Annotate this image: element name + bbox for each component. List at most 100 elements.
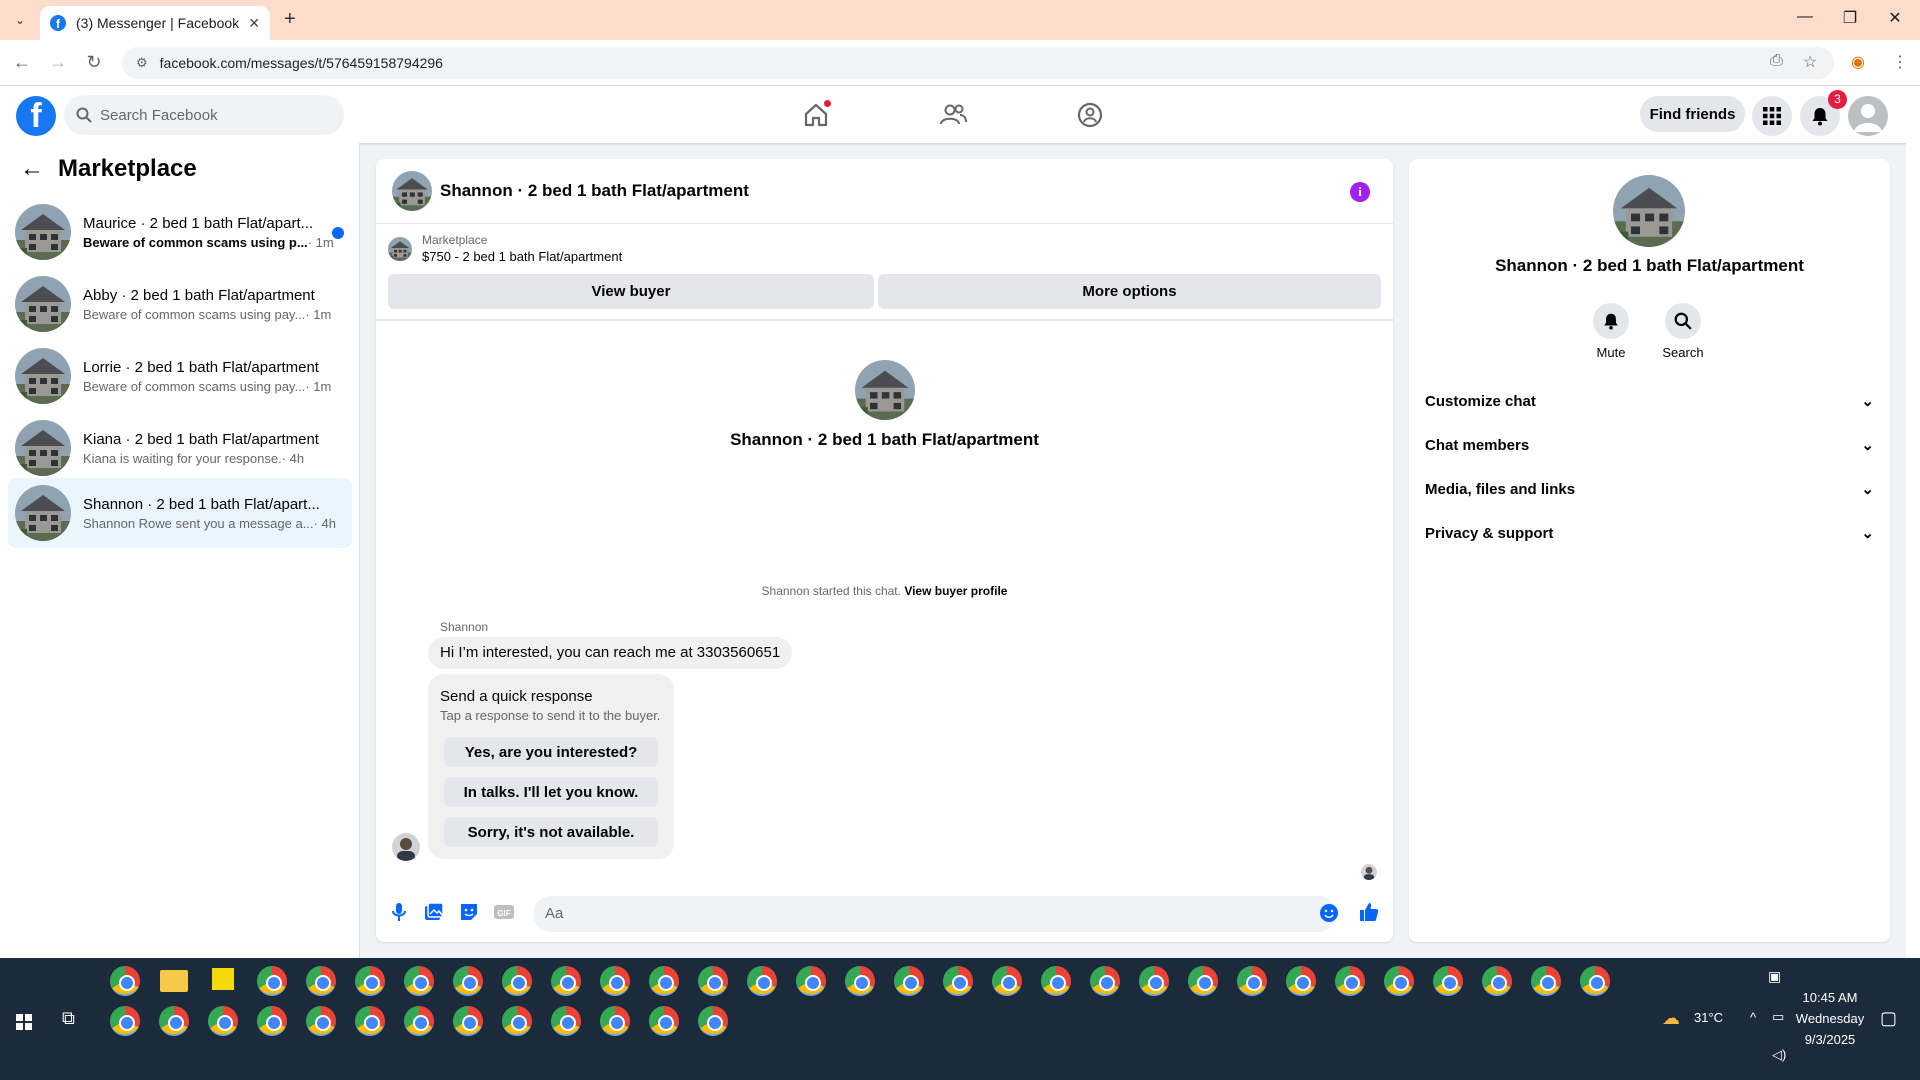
bookmark-star-icon[interactable]: ☆ bbox=[1803, 52, 1817, 72]
new-tab-icon[interactable]: + bbox=[284, 8, 296, 31]
chrome-window-icon[interactable] bbox=[551, 1006, 581, 1036]
tray-chevron-up-icon[interactable]: ^ bbox=[1750, 1010, 1756, 1025]
back-icon[interactable]: ← bbox=[11, 52, 33, 73]
mute-button[interactable]: Mute bbox=[1581, 303, 1641, 360]
chrome-window-icon[interactable] bbox=[551, 966, 581, 996]
chrome-window-icon[interactable] bbox=[110, 1006, 140, 1036]
chrome-window-icon[interactable] bbox=[159, 1006, 189, 1036]
chat-thumbnail[interactable] bbox=[392, 171, 432, 211]
menu-grid-icon[interactable] bbox=[1752, 96, 1792, 136]
window-close-icon[interactable]: ✕ bbox=[1875, 8, 1915, 28]
browser-tab[interactable]: f (3) Messenger | Facebook ✕ bbox=[40, 6, 270, 40]
profile-icon[interactable]: ◉ bbox=[1851, 52, 1865, 72]
quick-reply-yes-button[interactable]: Yes, are you interested? bbox=[444, 737, 658, 767]
page-scrollbar[interactable] bbox=[1906, 86, 1920, 958]
chrome-window-icon[interactable] bbox=[453, 1006, 483, 1036]
chrome-window-icon[interactable] bbox=[1139, 966, 1169, 996]
chrome-window-icon[interactable] bbox=[600, 1006, 630, 1036]
facebook-search-input[interactable]: Search Facebook bbox=[64, 95, 344, 135]
tab-close-icon[interactable]: ✕ bbox=[248, 15, 260, 32]
customize-chat-section[interactable]: Customize chat ⌄ bbox=[1425, 383, 1874, 419]
media-files-links-section[interactable]: Media, files and links ⌄ bbox=[1425, 471, 1874, 507]
weather-icon[interactable]: ☁ bbox=[1662, 1008, 1680, 1029]
emoji-icon[interactable] bbox=[1319, 903, 1339, 923]
sticky-notes-icon[interactable] bbox=[212, 968, 234, 990]
chrome-window-icon[interactable] bbox=[1335, 966, 1365, 996]
chrome-window-icon[interactable] bbox=[845, 966, 875, 996]
chrome-window-icon[interactable] bbox=[453, 966, 483, 996]
chrome-window-icon[interactable] bbox=[1433, 966, 1463, 996]
search-in-chat-button[interactable]: Search bbox=[1653, 303, 1713, 360]
message-input[interactable]: Aa bbox=[533, 896, 1336, 932]
windows-start-icon[interactable] bbox=[16, 1014, 32, 1030]
chrome-window-icon[interactable] bbox=[698, 1006, 728, 1036]
quick-reply-in-talks-button[interactable]: In talks. I'll let you know. bbox=[444, 777, 658, 807]
minimize-icon[interactable]: — bbox=[1785, 8, 1825, 26]
chrome-window-icon[interactable] bbox=[257, 966, 287, 996]
chrome-window-icon[interactable] bbox=[600, 966, 630, 996]
more-options-button[interactable]: More options bbox=[878, 274, 1381, 309]
clock-day[interactable]: Wednesday bbox=[1794, 1011, 1866, 1026]
address-bar[interactable]: ⚙ facebook.com/messages/t/57645915879429… bbox=[122, 47, 1834, 79]
restore-icon[interactable]: ❐ bbox=[1830, 8, 1870, 28]
chat-title[interactable]: Shannon · 2 bed 1 bath Flat/apartment bbox=[440, 181, 749, 201]
message-bubble[interactable]: Hi I’m interested, you can reach me at 3… bbox=[428, 637, 793, 669]
conversation-item-kiana[interactable]: Kiana · 2 bed 1 bath Flat/apartment Kian… bbox=[8, 413, 352, 483]
thumbs-up-icon[interactable] bbox=[1358, 901, 1380, 923]
file-explorer-icon[interactable] bbox=[160, 970, 188, 992]
photo-icon[interactable] bbox=[423, 901, 445, 923]
chrome-window-icon[interactable] bbox=[355, 1006, 385, 1036]
chrome-window-icon[interactable] bbox=[502, 966, 532, 996]
chrome-window-icon[interactable] bbox=[649, 1006, 679, 1036]
groups-icon[interactable] bbox=[1075, 100, 1105, 130]
chrome-window-icon[interactable] bbox=[355, 966, 385, 996]
chrome-window-icon[interactable] bbox=[1237, 966, 1267, 996]
conversation-item-shannon[interactable]: Shannon · 2 bed 1 bath Flat/apart... Sha… bbox=[8, 478, 352, 548]
reload-icon[interactable]: ↻ bbox=[83, 52, 105, 73]
chrome-window-icon[interactable] bbox=[1580, 966, 1610, 996]
chrome-window-icon[interactable] bbox=[110, 966, 140, 996]
chrome-window-icon[interactable] bbox=[943, 966, 973, 996]
conversation-item-lorrie[interactable]: Lorrie · 2 bed 1 bath Flat/apartment Bew… bbox=[8, 341, 352, 411]
tab-search-icon[interactable]: ⌄ bbox=[10, 10, 30, 30]
browser-menu-icon[interactable]: ⋮ bbox=[1892, 52, 1908, 72]
chrome-window-icon[interactable] bbox=[404, 966, 434, 996]
chrome-window-icon[interactable] bbox=[1041, 966, 1071, 996]
volume-icon[interactable]: ◁) bbox=[1772, 1047, 1786, 1063]
quick-reply-not-available-button[interactable]: Sorry, it's not available. bbox=[444, 817, 658, 847]
view-buyer-profile-link[interactable]: View buyer profile bbox=[904, 584, 1007, 598]
chrome-window-icon[interactable] bbox=[649, 966, 679, 996]
microphone-icon[interactable] bbox=[388, 901, 410, 923]
sticker-icon[interactable] bbox=[458, 901, 480, 923]
forward-icon[interactable]: → bbox=[47, 52, 69, 73]
install-app-icon[interactable]: ⎙ bbox=[1770, 52, 1783, 70]
privacy-support-section[interactable]: Privacy & support ⌄ bbox=[1425, 515, 1874, 551]
chrome-window-icon[interactable] bbox=[1531, 966, 1561, 996]
sender-avatar[interactable] bbox=[392, 833, 420, 861]
task-view-icon[interactable]: ⧉ bbox=[62, 1008, 75, 1029]
chrome-window-icon[interactable] bbox=[306, 966, 336, 996]
account-avatar[interactable] bbox=[1848, 96, 1888, 136]
info-icon[interactable]: i bbox=[1350, 182, 1370, 202]
facebook-logo[interactable]: f bbox=[16, 96, 56, 136]
gif-icon[interactable]: GIF bbox=[493, 901, 515, 923]
chrome-window-icon[interactable] bbox=[992, 966, 1022, 996]
back-arrow-icon[interactable]: ← bbox=[20, 155, 44, 183]
chrome-window-icon[interactable] bbox=[894, 966, 924, 996]
chrome-window-icon[interactable] bbox=[257, 1006, 287, 1036]
chrome-window-icon[interactable] bbox=[306, 1006, 336, 1036]
chrome-window-icon[interactable] bbox=[747, 966, 777, 996]
view-buyer-button[interactable]: View buyer bbox=[388, 274, 874, 309]
conversation-item-maurice[interactable]: Maurice · 2 bed 1 bath Flat/apart... Bew… bbox=[8, 197, 352, 267]
chrome-window-icon[interactable] bbox=[698, 966, 728, 996]
chrome-window-icon[interactable] bbox=[1286, 966, 1316, 996]
chat-members-section[interactable]: Chat members ⌄ bbox=[1425, 427, 1874, 463]
notification-center-icon[interactable]: ▢ bbox=[1880, 1008, 1897, 1029]
clock-time[interactable]: 10:45 AM bbox=[1800, 990, 1860, 1005]
chrome-window-icon[interactable] bbox=[1188, 966, 1218, 996]
chrome-window-icon[interactable] bbox=[404, 1006, 434, 1036]
clock-date[interactable]: 9/3/2025 bbox=[1800, 1032, 1860, 1047]
tray-device-icon[interactable]: ▣ bbox=[1768, 968, 1781, 985]
marketplace-listing[interactable]: Marketplace $750 - 2 bed 1 bath Flat/apa… bbox=[388, 233, 622, 264]
friends-icon[interactable] bbox=[938, 100, 968, 130]
